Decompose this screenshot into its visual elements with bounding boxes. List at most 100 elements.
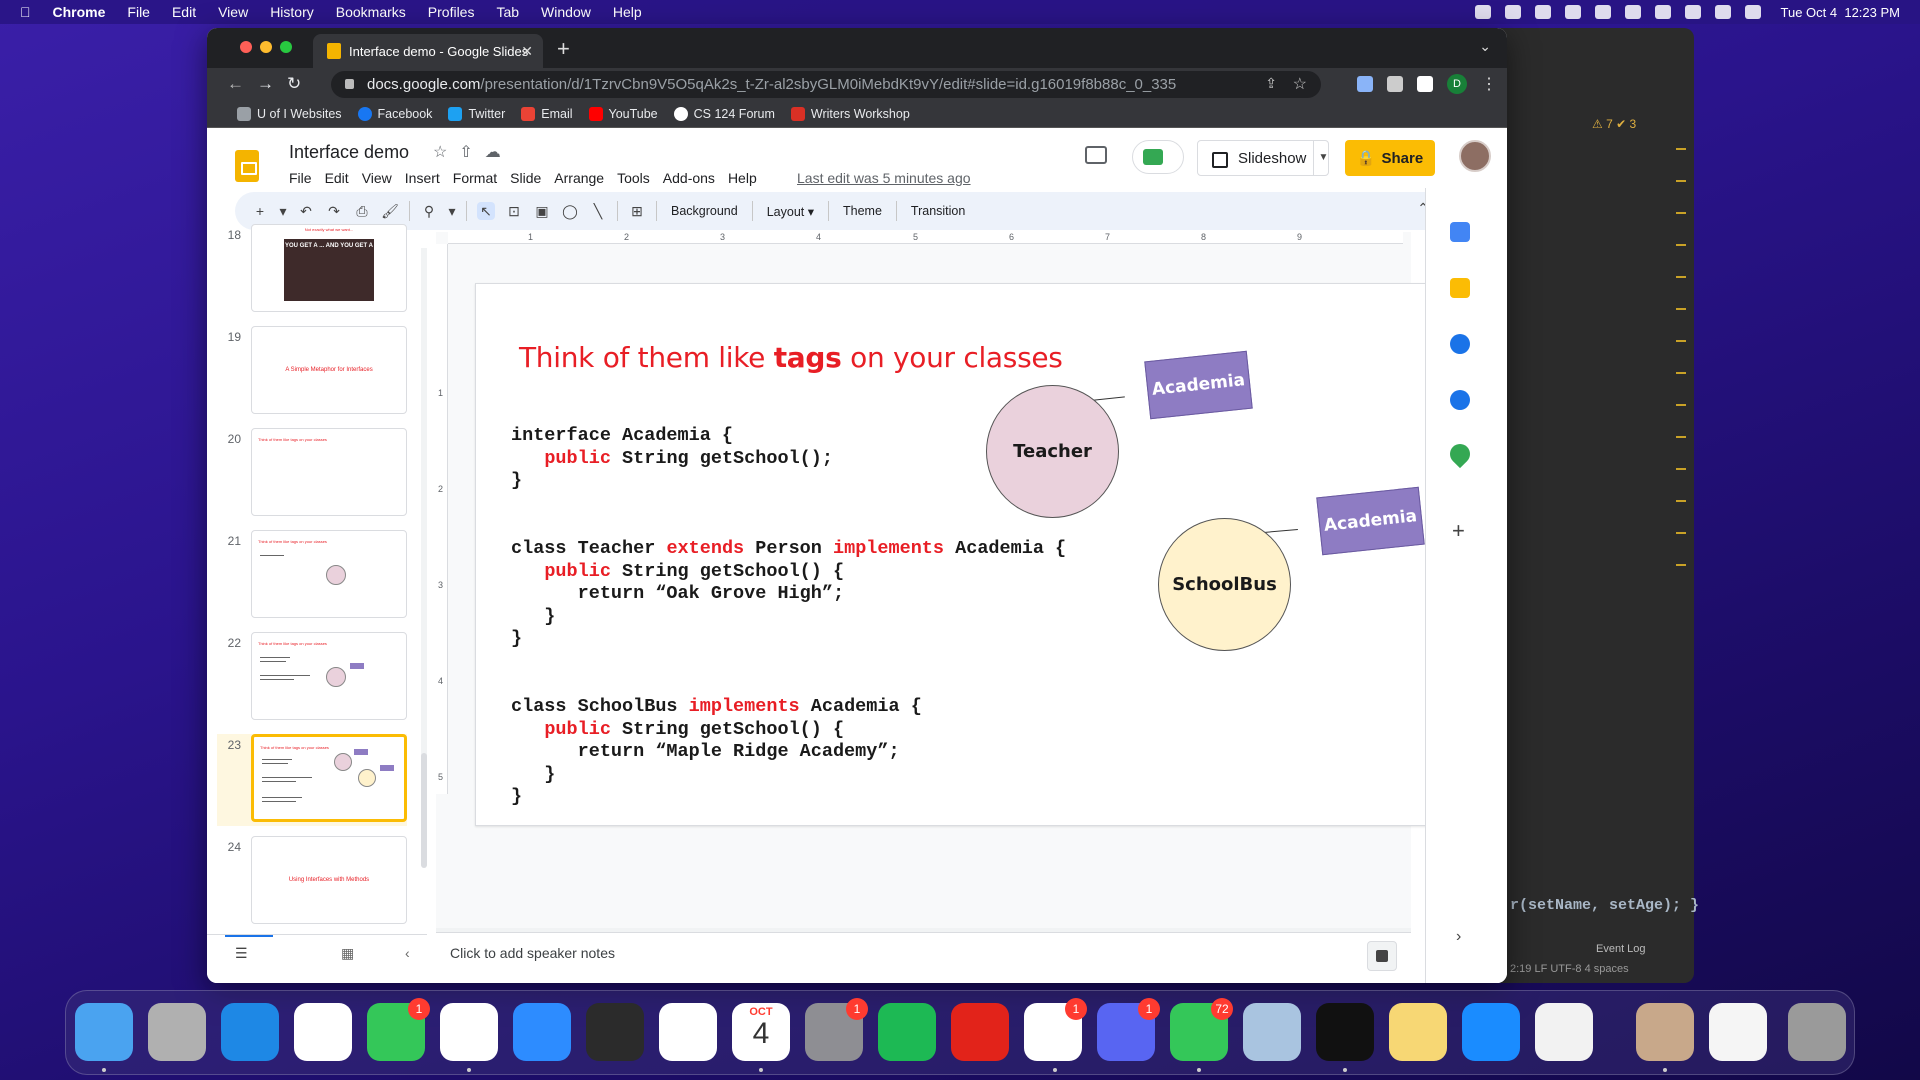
obs-icon[interactable] xyxy=(586,1003,644,1061)
thumbnail-frame[interactable]: Using Interfaces with Methods xyxy=(251,836,407,924)
notes-icon[interactable] xyxy=(1389,1003,1447,1061)
menu-help[interactable]: Help xyxy=(728,170,757,186)
code-block-schoolbus[interactable]: class SchoolBus implements Academia { pu… xyxy=(511,696,922,809)
code-block-interface[interactable]: interface Academia { public String getSc… xyxy=(511,425,833,493)
intellij-icon[interactable] xyxy=(1316,1003,1374,1061)
bookmark-item[interactable]: YouTube xyxy=(588,106,658,121)
filmstrip-scrollbar[interactable] xyxy=(421,248,427,868)
document-icon[interactable] xyxy=(1709,1003,1767,1061)
menu-tab[interactable]: Tab xyxy=(496,4,519,20)
dropdown-icon[interactable]: ▾ xyxy=(279,202,287,220)
star-icon[interactable]: ☆ xyxy=(433,142,447,162)
scrollbar-thumb[interactable] xyxy=(421,753,427,868)
menu-edit[interactable]: Edit xyxy=(325,170,349,186)
account-avatar[interactable] xyxy=(1459,140,1491,172)
address-bar[interactable]: docs.google.com/presentation/d/1TzrvCbn9… xyxy=(331,71,1321,98)
bluetooth-icon[interactable] xyxy=(1594,5,1611,19)
slideshow-dropdown-icon[interactable]: ▼ xyxy=(1313,140,1333,176)
side-panel-icon[interactable] xyxy=(1417,76,1433,92)
text-box-icon[interactable]: ⊡ xyxy=(505,202,523,220)
image-icon[interactable]: ▣ xyxy=(533,202,551,220)
slideshow-button[interactable]: Slideshow xyxy=(1197,140,1329,176)
xcode-icon[interactable] xyxy=(221,1003,279,1061)
document-title[interactable]: Interface demo xyxy=(289,142,409,163)
apple-icon[interactable]:  xyxy=(20,4,31,20)
bookmark-item[interactable]: Twitter xyxy=(448,106,505,121)
teacher-circle[interactable]: Teacher xyxy=(986,385,1119,518)
dropdown-icon[interactable]: ▾ xyxy=(448,202,456,220)
thumbnail-frame[interactable]: Think of them like tags on your classes xyxy=(251,428,407,516)
slides-logo-icon[interactable] xyxy=(235,150,259,182)
horizontal-ruler[interactable]: 1 2 3 4 5 6 7 8 9 xyxy=(448,232,1403,244)
thumbnail-frame[interactable]: A Simple Metaphor for Interfaces xyxy=(251,326,407,414)
event-log-button[interactable]: Event Log xyxy=(1596,943,1646,955)
trash-icon[interactable] xyxy=(1788,1003,1846,1061)
thumbnail-frame[interactable]: Not exactly what we want... YOU GET A ..… xyxy=(251,224,407,312)
cloud-status-icon[interactable]: ☁ xyxy=(485,142,501,162)
thumbnail-frame[interactable]: Think of them like tags on your classes xyxy=(251,530,407,618)
bookmark-item[interactable]: Facebook xyxy=(357,106,432,121)
collapse-filmstrip-icon[interactable]: ‹ xyxy=(405,945,410,961)
back-icon[interactable]: ← xyxy=(227,74,244,94)
redo-icon[interactable]: ↷ xyxy=(325,202,343,220)
menu-addons[interactable]: Add-ons xyxy=(663,170,715,186)
undo-icon[interactable]: ↶ xyxy=(297,202,315,220)
shape-icon[interactable]: ◯ xyxy=(561,202,579,220)
transition-button[interactable]: Transition xyxy=(907,204,969,218)
menu-file[interactable]: File xyxy=(289,170,312,186)
textedit-icon[interactable] xyxy=(1535,1003,1593,1061)
explore-icon[interactable] xyxy=(1367,941,1397,971)
chrome-icon[interactable] xyxy=(440,1003,498,1061)
menu-profiles[interactable]: Profiles xyxy=(428,4,475,20)
thumbnail-frame[interactable]: Think of them like tags on your classes xyxy=(251,734,407,822)
clock[interactable]: Tue Oct 4 12:23 PM xyxy=(1781,5,1900,20)
zoom-icon[interactable] xyxy=(513,1003,571,1061)
menu-slide[interactable]: Slide xyxy=(510,170,541,186)
grid-view-icon[interactable]: ▦ xyxy=(341,945,354,962)
slide-thumbnail[interactable]: 24 Using Interfaces with Methods xyxy=(217,836,407,928)
menu-bookmarks[interactable]: Bookmarks xyxy=(336,4,406,20)
slide-thumbnail[interactable]: 18 Not exactly what we want... YOU GET A… xyxy=(217,224,407,316)
menu-chrome[interactable]: Chrome xyxy=(53,4,106,20)
bookmark-star-icon[interactable]: ☆ xyxy=(1293,74,1307,94)
thumbnail-frame[interactable]: Think of them like tags on your classes xyxy=(251,632,407,720)
slide-thumbnail[interactable]: 20 Think of them like tags on your class… xyxy=(217,428,407,520)
bookmark-item[interactable]: Email xyxy=(521,106,573,121)
add-comment-icon[interactable]: ⊞ xyxy=(628,202,646,220)
select-cursor-icon[interactable]: ↖ xyxy=(477,202,495,220)
control-center-icon[interactable] xyxy=(1744,5,1761,19)
vertical-ruler[interactable]: 1 2 3 4 5 xyxy=(436,244,448,794)
profile-icon[interactable] xyxy=(1636,1003,1694,1061)
calendar-icon[interactable] xyxy=(1450,222,1470,242)
menu-edit[interactable]: Edit xyxy=(172,4,196,20)
lock-icon[interactable] xyxy=(345,79,354,89)
menu-insert[interactable]: Insert xyxy=(405,170,440,186)
launchpad-icon[interactable] xyxy=(148,1003,206,1061)
wifi-icon[interactable] xyxy=(1684,5,1701,19)
profile-avatar[interactable]: D xyxy=(1447,74,1467,94)
kebab-menu-icon[interactable]: ⋮ xyxy=(1481,74,1497,94)
menu-file[interactable]: File xyxy=(127,4,150,20)
bookmark-item[interactable]: CS 124 Forum xyxy=(673,106,775,121)
background-button[interactable]: Background xyxy=(667,204,742,218)
slide-thumbnail[interactable]: 19 A Simple Metaphor for Interfaces xyxy=(217,326,407,418)
minimize-window-button[interactable] xyxy=(260,41,272,53)
inspection-summary[interactable]: ⚠ 7 ✔ 3 xyxy=(1592,117,1636,131)
preview-icon[interactable] xyxy=(1243,1003,1301,1061)
bookmark-item[interactable]: U of I Websites xyxy=(237,106,342,121)
safari-icon[interactable] xyxy=(1462,1003,1520,1061)
user-icon[interactable] xyxy=(1654,5,1671,19)
menu-arrange[interactable]: Arrange xyxy=(554,170,604,186)
slide-thumbnail-selected[interactable]: 23 Think of them like tags on your class… xyxy=(217,734,407,826)
last-edit-link[interactable]: Last edit was 5 minutes ago xyxy=(797,170,971,186)
close-tab-icon[interactable]: ✕ xyxy=(521,43,533,60)
menu-format[interactable]: Format xyxy=(453,170,497,186)
print-icon[interactable]: ⎙ xyxy=(353,202,371,220)
slide-thumbnail[interactable]: 22 Think of them like tags on your class… xyxy=(217,632,407,724)
academia-tag[interactable]: Academia xyxy=(1144,350,1253,420)
menu-view[interactable]: View xyxy=(362,170,392,186)
gmail-icon[interactable] xyxy=(294,1003,352,1061)
new-slide-icon[interactable]: + xyxy=(251,202,269,220)
share-button[interactable]: 🔒 Share xyxy=(1345,140,1435,176)
contacts-icon[interactable] xyxy=(1450,390,1470,410)
